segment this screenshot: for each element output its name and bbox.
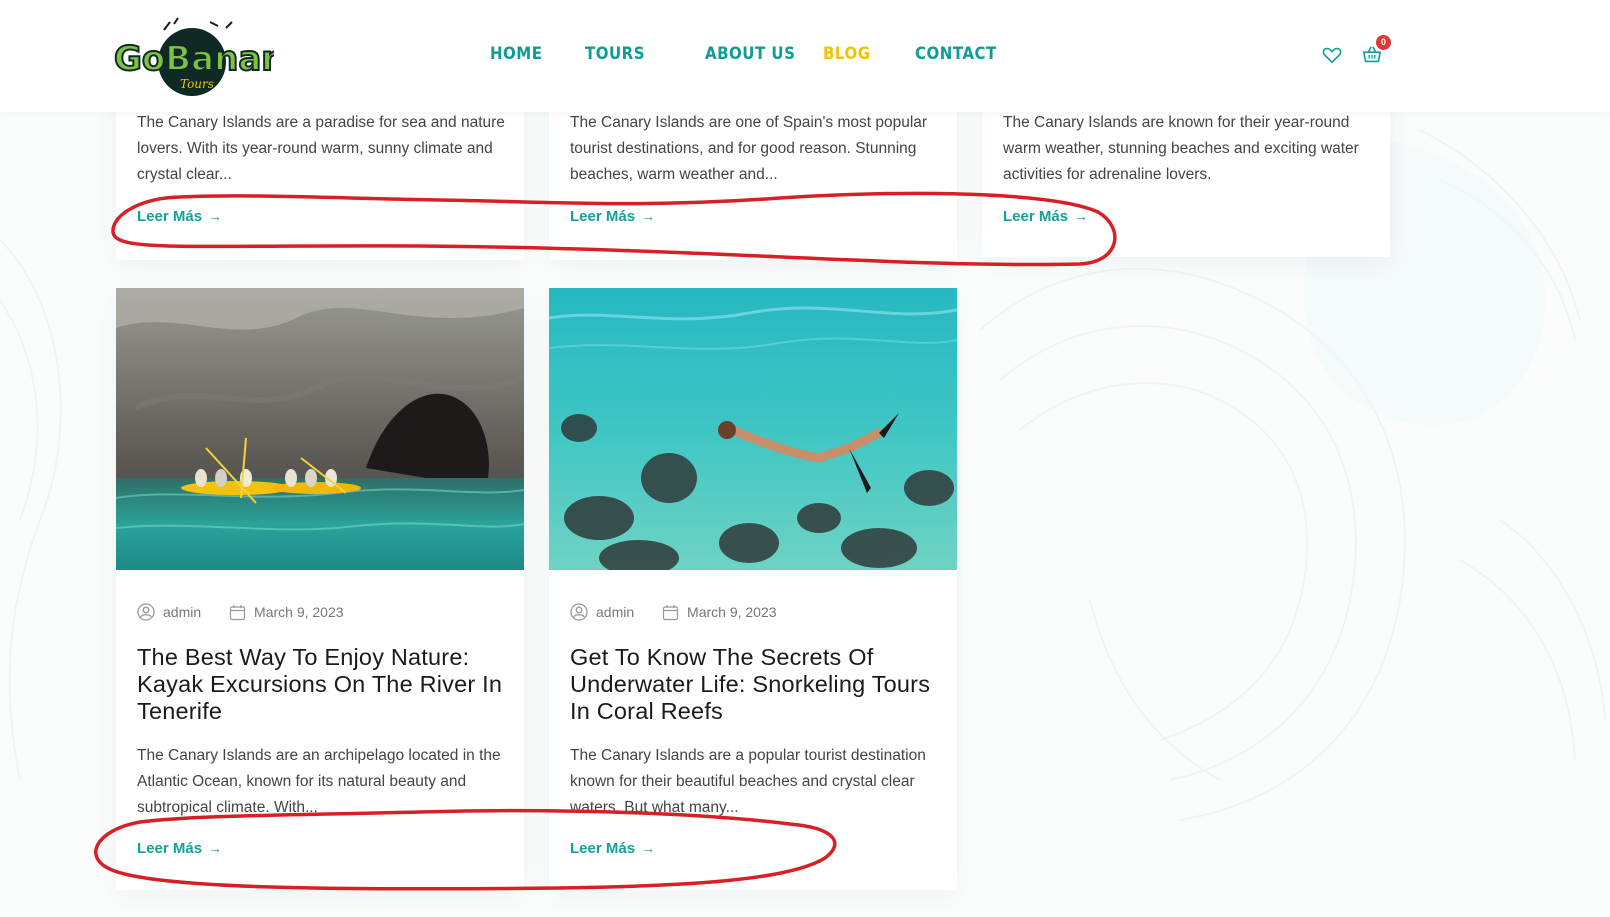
heart-icon[interactable] xyxy=(1321,44,1343,66)
svg-text:GoBananas: GoBananas xyxy=(114,39,274,79)
nav-item-about-us[interactable]: ABOUT US xyxy=(705,43,795,64)
gobananas-logo[interactable]: GoBananas Tours xyxy=(114,12,274,100)
arrow-right-icon: → xyxy=(208,840,223,856)
read-more-link[interactable]: Leer Más → xyxy=(570,208,655,225)
calendar-icon xyxy=(229,604,246,620)
author-name: admin xyxy=(596,604,635,621)
nav-item-contact[interactable]: CONTACT xyxy=(915,43,997,64)
arrow-right-icon: → xyxy=(641,208,656,224)
arrow-right-icon: → xyxy=(641,840,656,856)
post-author[interactable]: admin xyxy=(570,603,634,621)
snorkeling-reef-photo[interactable] xyxy=(549,288,957,570)
user-icon xyxy=(570,603,588,621)
post-excerpt: The Canary Islands are known for their y… xyxy=(1003,114,1359,183)
arrow-right-icon: → xyxy=(1074,208,1089,224)
kayak-cave-photo[interactable] xyxy=(116,288,524,570)
date-text: March 9, 2023 xyxy=(687,604,777,621)
read-more-label: Leer Más xyxy=(570,208,636,225)
post-excerpt: The Canary Islands are an archipelago lo… xyxy=(137,747,501,816)
read-more-link[interactable]: Leer Más → xyxy=(1003,208,1088,225)
blog-card-snorkeling: admin March 9, 2023 Get To Know The Secr… xyxy=(549,288,957,890)
read-more-link[interactable]: Leer Más → xyxy=(570,840,655,857)
nav-item-tours[interactable]: TOURS xyxy=(585,43,645,64)
post-meta: admin March 9, 2023 xyxy=(570,603,777,621)
nav-item-home[interactable]: HOME xyxy=(490,43,542,64)
author-name: admin xyxy=(163,604,202,621)
arrow-right-icon: → xyxy=(208,208,223,224)
post-meta: admin March 9, 2023 xyxy=(137,603,344,621)
blog-card-kayak: admin March 9, 2023 The Best Way To Enjo… xyxy=(116,288,524,890)
user-icon xyxy=(137,603,155,621)
post-excerpt: The Canary Islands are a paradise for se… xyxy=(137,114,505,183)
calendar-icon xyxy=(662,604,679,620)
read-more-link[interactable]: Leer Más → xyxy=(137,840,222,857)
read-more-link[interactable]: Leer Más → xyxy=(137,208,222,225)
post-title[interactable]: The Best Way To Enjoy Nature: Kayak Excu… xyxy=(137,644,508,725)
read-more-label: Leer Más xyxy=(137,840,203,857)
post-title[interactable]: Get To Know The Secrets Of Underwater Li… xyxy=(570,644,941,725)
post-excerpt: The Canary Islands are a popular tourist… xyxy=(570,747,926,816)
site-header: GoBananas Tours HOME TOURS ABOUT US BLOG… xyxy=(0,0,1610,112)
nav-item-blog[interactable]: BLOG xyxy=(823,43,871,64)
svg-text:Tours: Tours xyxy=(180,77,214,91)
post-date: March 9, 2023 xyxy=(229,604,344,621)
cart-count-badge: 0 xyxy=(1376,35,1391,50)
post-date: March 9, 2023 xyxy=(662,604,777,621)
read-more-label: Leer Más xyxy=(137,208,203,225)
post-author[interactable]: admin xyxy=(137,603,201,621)
read-more-label: Leer Más xyxy=(570,840,636,857)
read-more-label: Leer Más xyxy=(1003,208,1069,225)
post-excerpt: The Canary Islands are one of Spain's mo… xyxy=(570,114,928,183)
date-text: March 9, 2023 xyxy=(254,604,344,621)
